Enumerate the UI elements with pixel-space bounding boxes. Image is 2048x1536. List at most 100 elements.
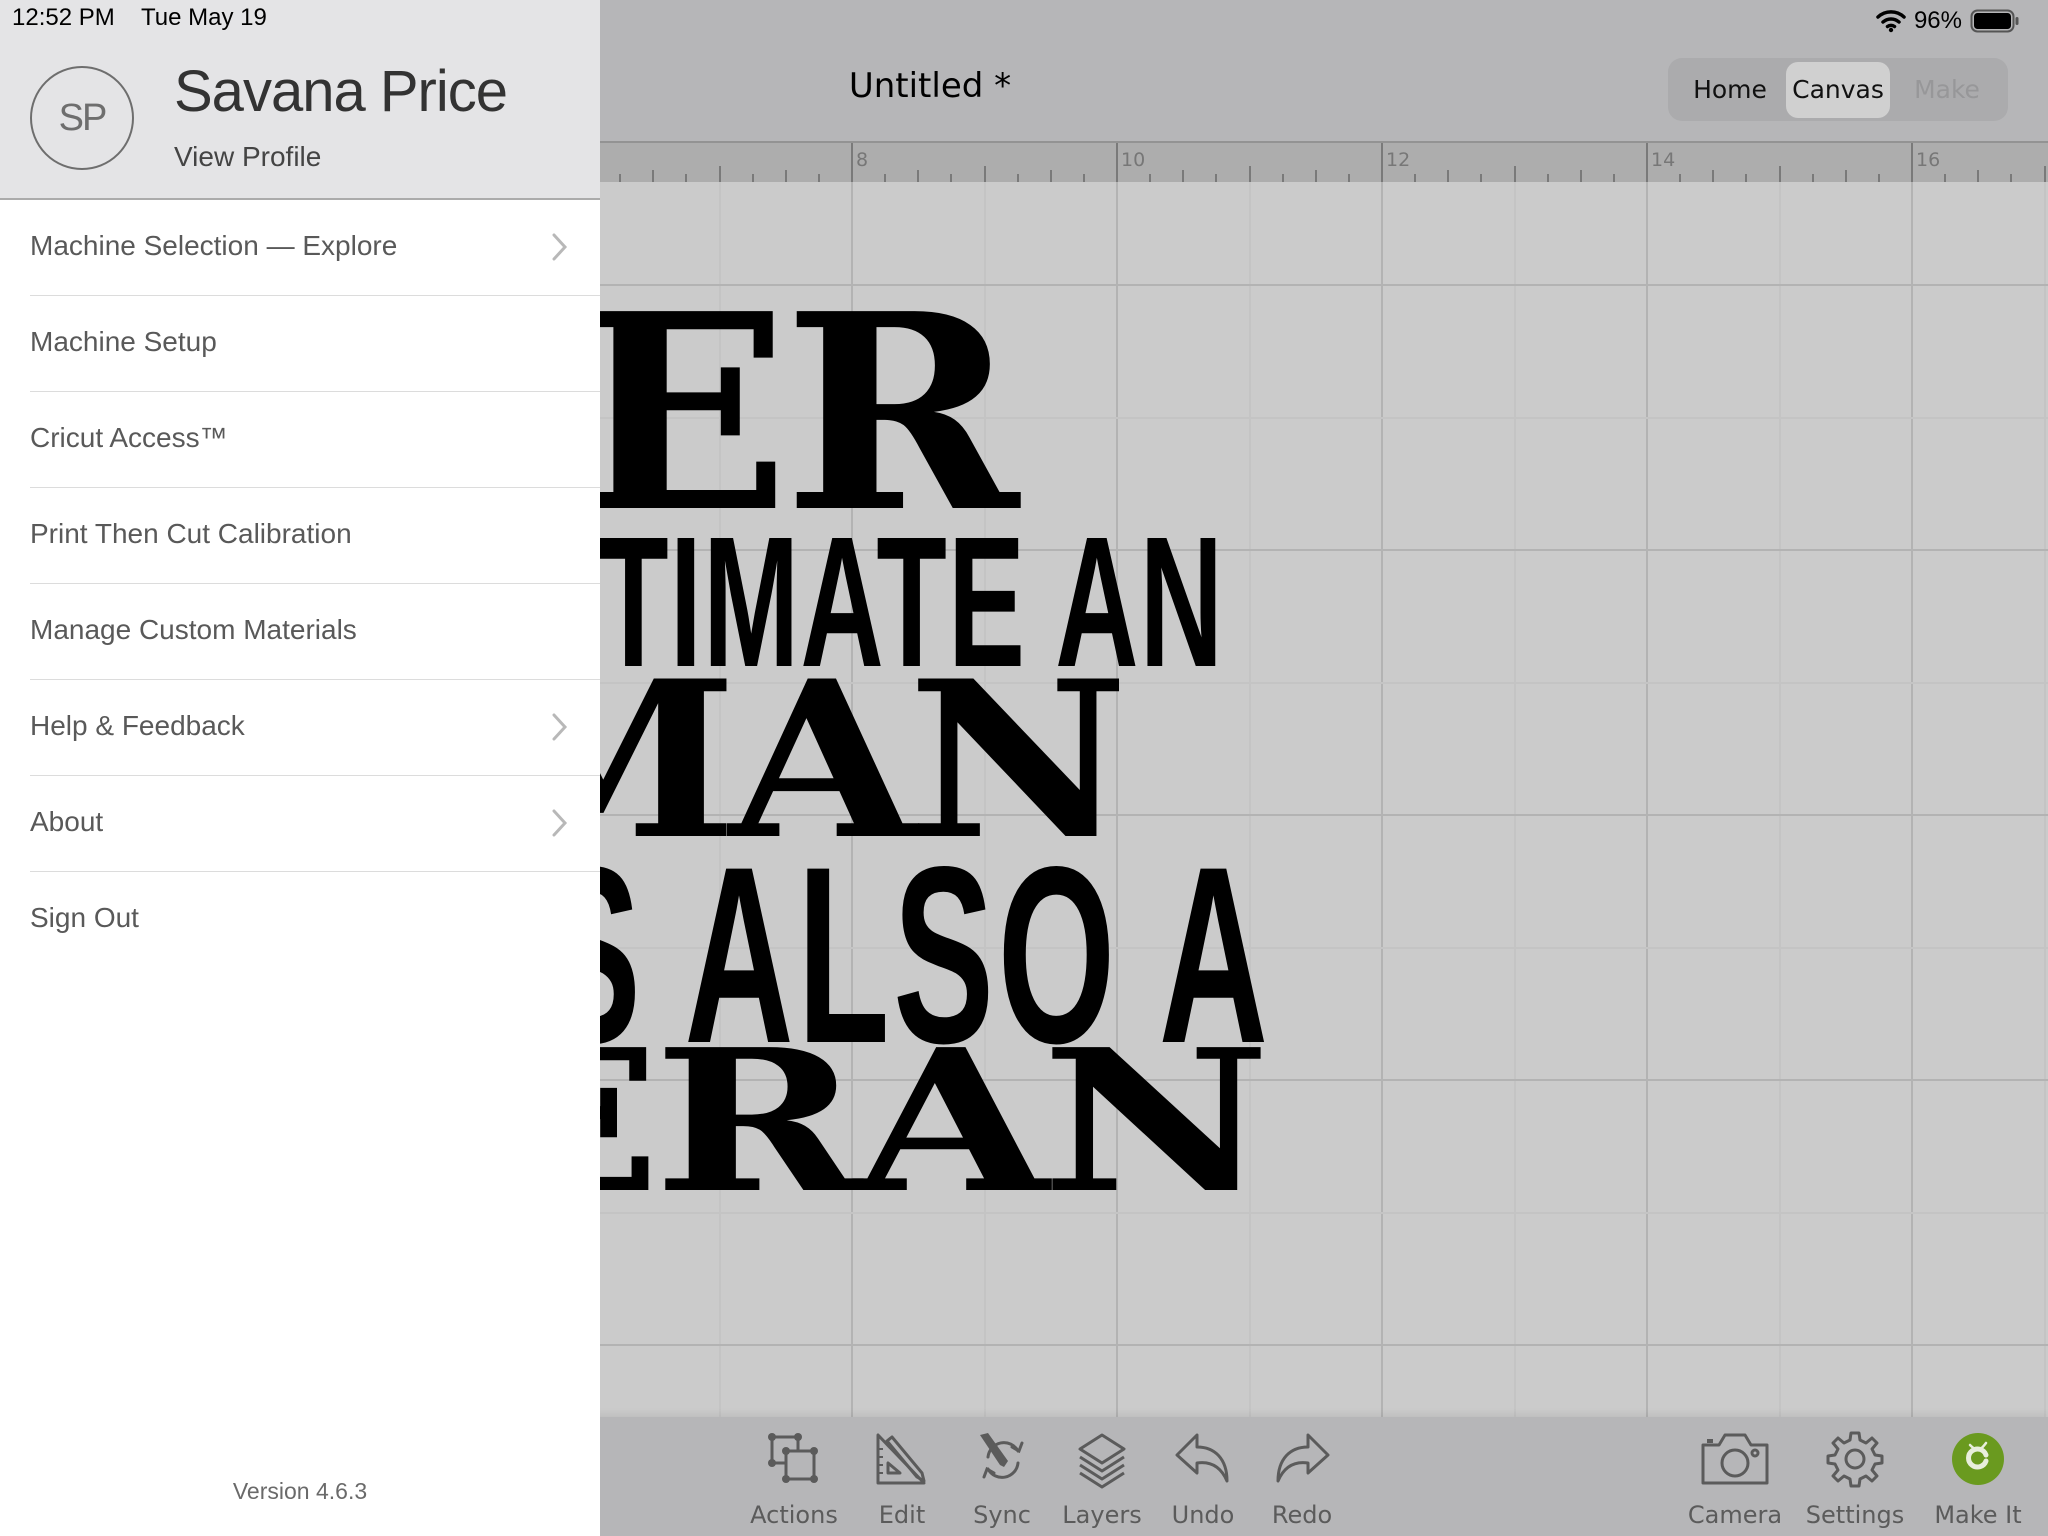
menu-item-label: About <box>30 806 104 837</box>
layers-icon <box>1078 1433 1126 1489</box>
make-it-button[interactable]: Make It <box>1928 1429 2028 1529</box>
settings-button[interactable]: Settings <box>1805 1429 1905 1529</box>
edit-label: Edit <box>878 1501 926 1529</box>
ruler-label: 16 <box>1916 149 1941 171</box>
ruler-tick <box>984 166 986 182</box>
layers-label: Layers <box>1062 1501 1142 1529</box>
make-it-label: Make It <box>1934 1501 2022 1529</box>
menu-item-help-feedback[interactable]: Help & Feedback <box>30 680 600 776</box>
camera-button[interactable]: Camera <box>1685 1429 1785 1529</box>
ruler-tick <box>1514 166 1516 182</box>
make-tab: Make <box>1914 75 1980 104</box>
status-time: 12:52 PM <box>12 4 115 31</box>
ruler-tick <box>685 174 687 182</box>
sync-button[interactable]: Sync <box>952 1429 1052 1529</box>
settings-icon <box>1826 1431 1884 1488</box>
ruler-tick <box>917 170 919 182</box>
ruler-tick <box>1547 174 1549 182</box>
menu-item-label: Machine Setup <box>30 326 217 357</box>
ruler-tick <box>1613 174 1615 182</box>
ruler-tick <box>1944 174 1946 182</box>
menu-item-machine-selection[interactable]: Machine Selection — Explore <box>30 200 600 296</box>
side-menu: 12:52 PM Tue May 19 SP Savana Price View… <box>0 0 600 1536</box>
ruler-tick <box>752 174 754 182</box>
menu-item-label: Manage Custom Materials <box>30 614 357 645</box>
make-it-icon <box>1952 1433 2004 1485</box>
ruler-tick <box>851 143 853 182</box>
settings-label: Settings <box>1805 1501 1905 1529</box>
ruler-tick <box>1182 170 1184 182</box>
menu-list: Machine Selection — Explore Machine Setu… <box>0 200 600 968</box>
profile-header: 12:52 PM Tue May 19 SP Savana Price View… <box>0 0 600 200</box>
ruler-tick <box>1282 174 1284 182</box>
ruler-tick <box>785 170 787 182</box>
chevron-right-icon <box>552 233 568 261</box>
layers-button[interactable]: Layers <box>1052 1429 1152 1529</box>
ruler-tick <box>884 174 886 182</box>
battery-icon <box>1970 9 2019 33</box>
ruler-tick <box>1017 174 1019 182</box>
menu-item-label: Help & Feedback <box>30 710 245 741</box>
ruler-tick <box>1348 174 1350 182</box>
camera-label: Camera <box>1687 1501 1783 1529</box>
undo-icon <box>1175 1433 1229 1483</box>
menu-item-label: Print Then Cut Calibration <box>30 518 352 549</box>
redo-label: Redo <box>1271 1501 1333 1529</box>
ruler-tick <box>1116 143 1118 182</box>
ruler-tick <box>652 170 654 182</box>
camera-icon <box>1701 1433 1769 1485</box>
ruler-tick <box>1812 174 1814 182</box>
menu-item-cricut-access[interactable]: Cricut Access™ <box>30 392 600 488</box>
avatar[interactable]: SP <box>30 66 134 170</box>
ruler-tick <box>950 174 952 182</box>
view-profile-link[interactable]: View Profile <box>174 141 321 173</box>
ruler-tick <box>1580 170 1582 182</box>
undo-label: Undo <box>1171 1501 1235 1529</box>
wifi-icon <box>1876 10 1906 33</box>
ruler-tick <box>1646 143 1648 182</box>
ruler-tick <box>1779 166 1781 182</box>
redo-icon <box>1276 1433 1330 1483</box>
ruler-tick <box>1977 170 1979 182</box>
home-tab[interactable]: Home <box>1676 62 1784 118</box>
user-name: Savana Price <box>174 59 508 124</box>
ruler-tick <box>1911 143 1913 182</box>
edit-button[interactable]: Edit <box>852 1429 952 1529</box>
ruler-tick <box>1149 174 1151 182</box>
ruler-label: 10 <box>1121 149 1146 171</box>
ruler-tick <box>1414 174 1416 182</box>
menu-item-label: Sign Out <box>30 902 139 933</box>
ruler-tick <box>1480 174 1482 182</box>
ruler-tick <box>719 166 721 182</box>
status-date: Tue May 19 <box>140 4 267 31</box>
actions-button[interactable]: Actions <box>744 1429 844 1529</box>
ruler-tick <box>1712 170 1714 182</box>
ruler-tick <box>1878 174 1880 182</box>
menu-item-machine-setup[interactable]: Machine Setup <box>30 296 600 392</box>
ruler-label: 8 <box>856 149 869 171</box>
ruler-tick <box>2010 174 2012 182</box>
ruler-tick <box>619 174 621 182</box>
sync-label: Sync <box>973 1501 1031 1529</box>
menu-item-about[interactable]: About <box>30 776 600 872</box>
ruler-tick <box>1083 174 1085 182</box>
ruler-tick <box>1381 143 1383 182</box>
menu-item-print-then-cut-calibration[interactable]: Print Then Cut Calibration <box>30 488 600 584</box>
menu-item-manage-custom-materials[interactable]: Manage Custom Materials <box>30 584 600 680</box>
menu-item-sign-out[interactable]: Sign Out <box>30 872 600 968</box>
battery-percentage: 96% <box>1913 7 1962 34</box>
ruler-tick <box>1050 170 1052 182</box>
document-title[interactable]: Untitled * <box>600 66 1260 106</box>
actions-icon <box>768 1433 818 1483</box>
redo-button[interactable]: Redo <box>1252 1429 1352 1529</box>
ruler-tick <box>1315 170 1317 182</box>
menu-item-label: Machine Selection — Explore <box>30 230 398 261</box>
ruler-label: 12 <box>1386 149 1411 171</box>
mode-switcher: Home Canvas Make <box>1668 58 2008 121</box>
ruler-tick <box>1745 174 1747 182</box>
canvas-tab[interactable]: Canvas <box>1786 62 1890 118</box>
ruler-label: 14 <box>1651 149 1676 171</box>
ruler-tick <box>1679 174 1681 182</box>
undo-button[interactable]: Undo <box>1153 1429 1253 1529</box>
app-version: Version 4.6.3 <box>232 1478 368 1504</box>
